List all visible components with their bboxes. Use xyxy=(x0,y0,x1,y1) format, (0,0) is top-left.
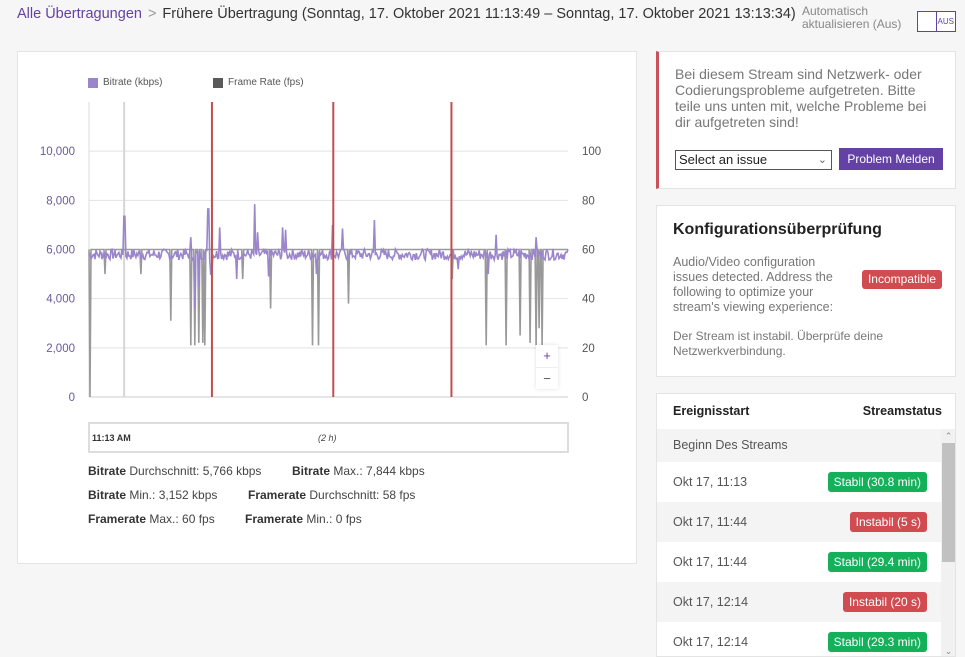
y-right-tick-label: 60 xyxy=(582,245,595,257)
y-axis-right-ticks: 0 20 40 60 80 100 xyxy=(582,146,601,404)
event-row: Okt 17, 12:14 Instabil (20 s) xyxy=(657,582,941,622)
event-time: Okt 17, 11:44 xyxy=(673,515,748,529)
stat-value: Min.: 3,152 kbps xyxy=(126,488,218,502)
auto-refresh-label: Automatisch aktualisieren (Aus) xyxy=(802,5,901,31)
unstable-status-badge: Instabil (5 s) xyxy=(849,512,927,532)
config-check-description: Audio/Video configuration issues detecte… xyxy=(673,255,834,314)
y-axis-left-ticks: 0 2,000 4,000 6,000 8,000 10,000 xyxy=(40,146,75,404)
column-header-event-start: Ereignisstart xyxy=(673,404,750,418)
stat-value: Max.: 60 fps xyxy=(146,512,215,526)
events-scrollbar[interactable]: ⌃ ⌄ xyxy=(941,429,955,656)
navigator-start-time: 11:13 AM xyxy=(92,433,131,443)
zoom-in-button[interactable]: + xyxy=(536,345,558,367)
navigator-duration: (2 h) xyxy=(318,433,337,443)
toggle-knob xyxy=(918,12,937,31)
y-right-tick-label: 80 xyxy=(582,195,595,207)
breadcrumb: Alle Übertragungen > Frühere Übertragung (… xyxy=(17,6,796,22)
events-table-header: Ereignisstart Streamstatus xyxy=(657,394,955,429)
scroll-down-icon[interactable]: ⌄ xyxy=(941,644,955,656)
stat-value: Durchschnitt: 58 fps xyxy=(306,488,416,502)
alert-message: Bei diesem Stream sind Netzwerk- oder Co… xyxy=(675,66,927,130)
event-row: Okt 17, 12:14 Stabil (29.3 min) xyxy=(657,622,941,656)
page-header: Alle Übertragungen > Frühere Übertragung (… xyxy=(17,5,965,35)
y-right-tick-label: 100 xyxy=(582,146,601,158)
stat-value: Max.: 7,844 kbps xyxy=(330,464,425,478)
stat-label: Framerate xyxy=(248,488,307,502)
stable-status-badge: Stabil (29.4 min) xyxy=(827,552,927,572)
stat-label: Bitrate xyxy=(88,464,127,478)
breadcrumb-separator: > xyxy=(147,6,157,22)
event-time: Okt 17, 11:44 xyxy=(673,555,748,569)
stream-events-panel: Ereignisstart Streamstatus Beginn Des St… xyxy=(656,393,956,657)
incompatible-badge: Incompatible xyxy=(862,270,942,289)
event-time: Beginn Des Streams xyxy=(673,438,788,452)
config-check-title: Konfigurationsüberprüfung xyxy=(673,221,882,238)
column-header-stream-status: Streamstatus xyxy=(862,404,942,418)
stat-bitrate-min: Bitrate Min.: 3,152 kbps xyxy=(88,488,217,502)
chart-zoom-controls: + − xyxy=(536,345,558,389)
unstable-status-badge: Instabil (20 s) xyxy=(842,592,927,612)
stat-value: Min.: 0 fps xyxy=(303,512,362,526)
breadcrumb-all-broadcasts-link[interactable]: Alle Übertragungen xyxy=(17,6,142,22)
chevron-down-icon: ⌄ xyxy=(817,154,827,166)
auto-refresh-label-line2: aktualisieren (Aus) xyxy=(802,17,902,31)
stat-framerate-min: Framerate Min.: 0 fps xyxy=(245,512,362,526)
event-row: Okt 17, 11:44 Stabil (29.4 min) xyxy=(657,542,941,582)
zoom-out-button[interactable]: − xyxy=(536,367,558,389)
y-left-tick-label: 10,000 xyxy=(40,146,75,158)
issue-select[interactable]: Select an issue ⌄ xyxy=(675,150,832,170)
scrollbar-thumb[interactable] xyxy=(942,443,955,562)
auto-refresh-toggle[interactable]: AUS xyxy=(917,11,956,32)
y-left-tick-label: 0 xyxy=(69,392,75,404)
framerate-line xyxy=(88,248,568,398)
breadcrumb-current: Frühere Übertragung (Sonntag, 17. Oktobe… xyxy=(162,6,796,22)
stat-bitrate-max: Bitrate Max.: 7,844 kbps xyxy=(292,464,425,478)
y-right-tick-label: 0 xyxy=(582,392,588,404)
stat-value: Durchschnitt: 5,766 kbps xyxy=(126,464,262,478)
event-time: Okt 17, 12:14 xyxy=(673,595,749,609)
stat-label: Framerate xyxy=(88,512,147,526)
bitrate-line xyxy=(88,204,569,309)
stat-label: Framerate xyxy=(245,512,304,526)
y-left-tick-label: 2,000 xyxy=(46,343,75,355)
stat-framerate-avg: Framerate Durchschnitt: 58 fps xyxy=(248,488,415,502)
network-issue-alert: Bei diesem Stream sind Netzwerk- oder Co… xyxy=(656,51,956,189)
event-row: Beginn Des Streams xyxy=(657,429,941,462)
y-right-tick-label: 40 xyxy=(582,294,595,306)
stable-status-badge: Stabil (29.3 min) xyxy=(827,632,927,652)
time-range-navigator[interactable]: 11:13 AM (2 h) xyxy=(88,422,569,453)
issue-select-value: Select an issue xyxy=(679,152,768,167)
stat-label: Bitrate xyxy=(292,464,331,478)
framerate-series xyxy=(88,248,568,398)
bitrate-series xyxy=(88,204,569,309)
config-check-note: Der Stream ist instabil. Überprüfe deine… xyxy=(673,329,884,358)
event-time: Okt 17, 11:13 xyxy=(673,475,748,489)
stat-label: Bitrate xyxy=(88,488,127,502)
stat-bitrate-avg: Bitrate Durchschnitt: 5,766 kbps xyxy=(88,464,261,478)
event-row: Okt 17, 11:13 Stabil (30.8 min) xyxy=(657,462,941,502)
stat-framerate-max: Framerate Max.: 60 fps xyxy=(88,512,215,526)
y-left-tick-label: 4,000 xyxy=(46,294,75,306)
toggle-state-label: AUS xyxy=(937,17,954,26)
event-time: Okt 17, 12:14 xyxy=(673,635,749,649)
y-left-tick-label: 8,000 xyxy=(46,195,75,207)
y-right-tick-label: 20 xyxy=(582,343,595,355)
report-problem-button[interactable]: Problem Melden xyxy=(839,148,943,170)
config-check-panel: Konfigurationsüberprüfung Audio/Video co… xyxy=(656,205,956,377)
scroll-up-icon[interactable]: ⌃ xyxy=(941,429,955,443)
stream-health-panel: Bitrate (kbps) Frame Rate (fps) 0 2,000 4,… xyxy=(17,51,637,564)
event-row: Okt 17, 11:44 Instabil (5 s) xyxy=(657,502,941,542)
y-left-tick-label: 6,000 xyxy=(46,245,75,257)
events-list: Beginn Des Streams Okt 17, 11:13 Stabil (3… xyxy=(657,429,941,656)
stable-status-badge: Stabil (30.8 min) xyxy=(827,472,927,492)
